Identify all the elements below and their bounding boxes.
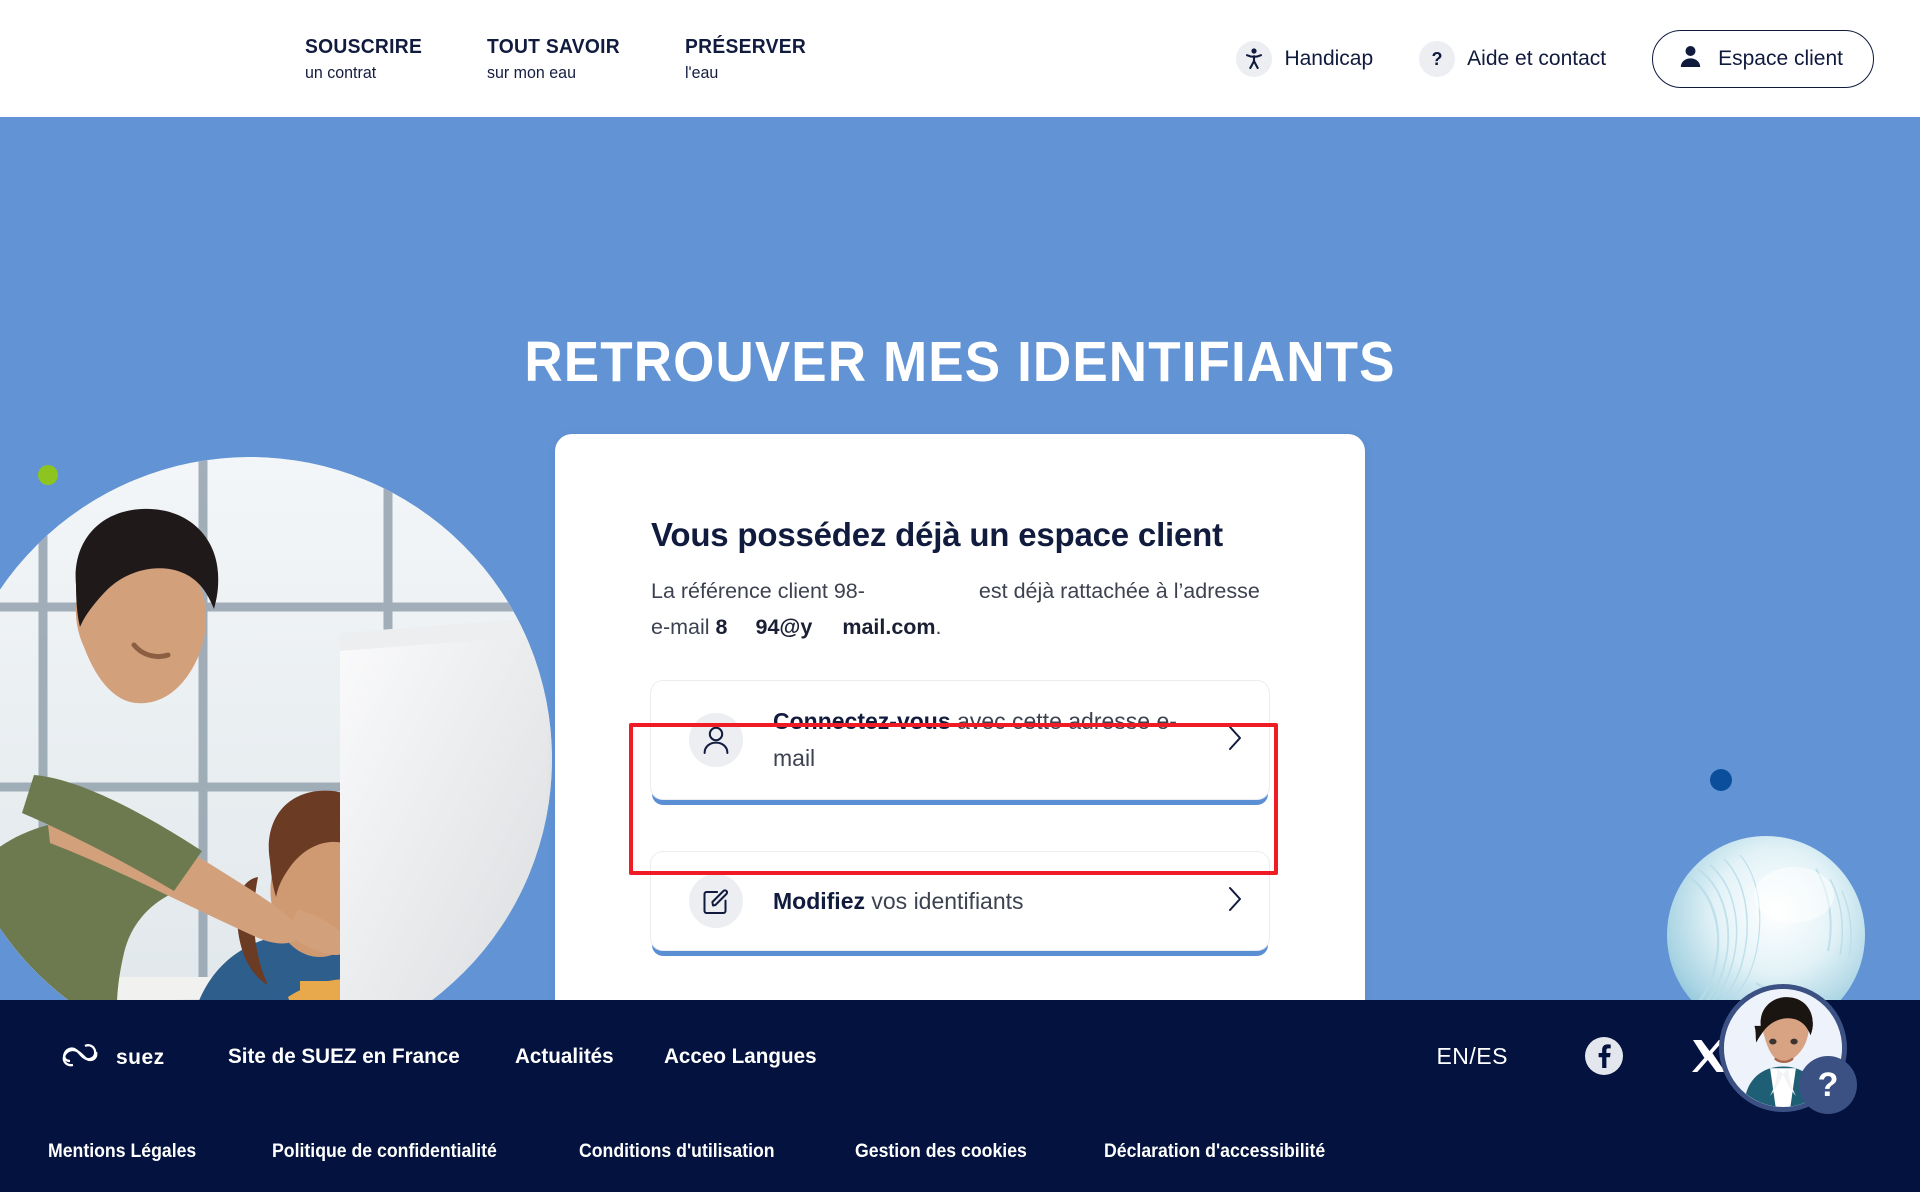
- nav-item-preserver[interactable]: PRÉSERVER l'eau: [685, 33, 814, 85]
- page-title: RETROUVER MES IDENTIFIANTS: [524, 330, 1396, 394]
- footer-link-mentions-legales[interactable]: Mentions Légales: [48, 1141, 196, 1163]
- chatbot-widget: ?: [1719, 984, 1857, 1114]
- options-list: Connectez-vous avec cette adresse e-mail: [651, 681, 1269, 950]
- language-switcher[interactable]: EN/ES: [1436, 1043, 1508, 1070]
- footer-link-conditions-utilisation[interactable]: Conditions d'utilisation: [579, 1141, 775, 1163]
- option-modify-rest: vos identifiants: [865, 887, 1024, 914]
- nav-item-souscrire-subtitle: un contrat: [305, 63, 377, 82]
- handicap-link[interactable]: Handicap: [1236, 40, 1374, 77]
- handicap-label: Handicap: [1284, 46, 1374, 70]
- email-part2: 94: [755, 615, 780, 639]
- footer-link-gestion-cookies[interactable]: Gestion des cookies: [855, 1141, 1027, 1163]
- footer-link-declaration-accessibilite[interactable]: Déclaration d'accessibilité: [1104, 1141, 1325, 1163]
- chatbot-help-badge[interactable]: ?: [1799, 1056, 1857, 1114]
- identifiers-card: Vous possédez déjà un espace client La r…: [555, 434, 1365, 1000]
- nav-item-souscrire-title: SOUSCRIRE: [305, 34, 423, 58]
- footer-link-actualites[interactable]: Actualités: [515, 1044, 614, 1069]
- option-modify-strong: Modifiez: [773, 887, 865, 914]
- edit-pencil-icon: [689, 874, 743, 928]
- option-connect-strong: Connectez-vous: [773, 708, 951, 734]
- espace-client-button[interactable]: Espace client: [1652, 29, 1874, 88]
- nav-item-tout-savoir[interactable]: TOUT SAVOIR sur mon eau: [487, 33, 629, 85]
- suez-logo[interactable]: suez: [62, 1039, 182, 1073]
- nav-item-tout-savoir-title: TOUT SAVOIR: [486, 34, 620, 58]
- user-icon: [689, 713, 743, 767]
- email-part1: 8: [715, 615, 728, 639]
- facebook-icon[interactable]: [1584, 1036, 1624, 1076]
- hero-section: RETROUVER MES IDENTIFIANTS Vous possédez…: [0, 117, 1920, 1000]
- footer-secondary-row: Mentions Légales Politique de confidenti…: [0, 1112, 1920, 1192]
- decor-green-dot: [38, 465, 58, 485]
- paragraph-end: .: [935, 615, 942, 639]
- option-modify-label: Modifiez vos identifiants: [773, 883, 1217, 920]
- question-mark-icon: ?: [1419, 40, 1456, 77]
- site-header: SOUSCRIRE un contrat TOUT SAVOIR sur mon…: [0, 0, 1920, 117]
- option-connect-label: Connectez-vous avec cette adresse e-mail: [773, 703, 1217, 777]
- site-footer: suez Site de SUEZ en France Actualités A…: [0, 1000, 1920, 1192]
- svg-text:?: ?: [1432, 49, 1443, 69]
- help-contact-label: Aide et contact: [1467, 46, 1607, 70]
- svg-text:suez: suez: [116, 1046, 165, 1069]
- page-root: SOUSCRIRE un contrat TOUT SAVOIR sur mon…: [0, 0, 1920, 1192]
- user-account-icon: [1679, 44, 1702, 73]
- accessibility-icon: [1236, 40, 1273, 77]
- email-part3: @y: [779, 615, 813, 639]
- chevron-right-icon: [1227, 885, 1243, 918]
- decor-water-sphere: [1666, 835, 1866, 1000]
- card-title: Vous possédez déjà un espace client: [651, 516, 1223, 553]
- footer-primary-row: suez Site de SUEZ en France Actualités A…: [0, 1000, 1920, 1112]
- email-part4: mail.com: [842, 615, 936, 639]
- nav-item-tout-savoir-subtitle: sur mon eau: [486, 63, 576, 82]
- footer-link-site-suez[interactable]: Site de SUEZ en France: [228, 1044, 460, 1069]
- nav-item-preserver-subtitle: l'eau: [685, 63, 719, 82]
- reference-text-part1: La référence client 98-: [651, 579, 865, 603]
- decor-blue-dot: [1710, 769, 1732, 791]
- footer-link-politique-confidentialite[interactable]: Politique de confidentialité: [272, 1141, 497, 1163]
- chevron-right-icon: [1227, 724, 1243, 757]
- header-actions: Handicap ? Aide et contact Espace client: [1236, 0, 1874, 117]
- nav-item-souscrire[interactable]: SOUSCRIRE un contrat: [305, 33, 430, 85]
- hero-photo: [0, 457, 552, 1000]
- footer-link-acceo-langues[interactable]: Acceo Langues: [664, 1044, 817, 1069]
- option-connect-with-email[interactable]: Connectez-vous avec cette adresse e-mail: [651, 681, 1269, 799]
- option-modify-identifiers[interactable]: Modifiez vos identifiants: [651, 852, 1269, 950]
- espace-client-label: Espace client: [1718, 46, 1843, 70]
- card-description: La référence client 98- est déjà rattach…: [651, 573, 1271, 645]
- help-contact-link[interactable]: ? Aide et contact: [1419, 40, 1607, 77]
- nav-item-preserver-title: PRÉSERVER: [685, 34, 807, 58]
- main-navigation: SOUSCRIRE un contrat TOUT SAVOIR sur mon…: [305, 33, 814, 85]
